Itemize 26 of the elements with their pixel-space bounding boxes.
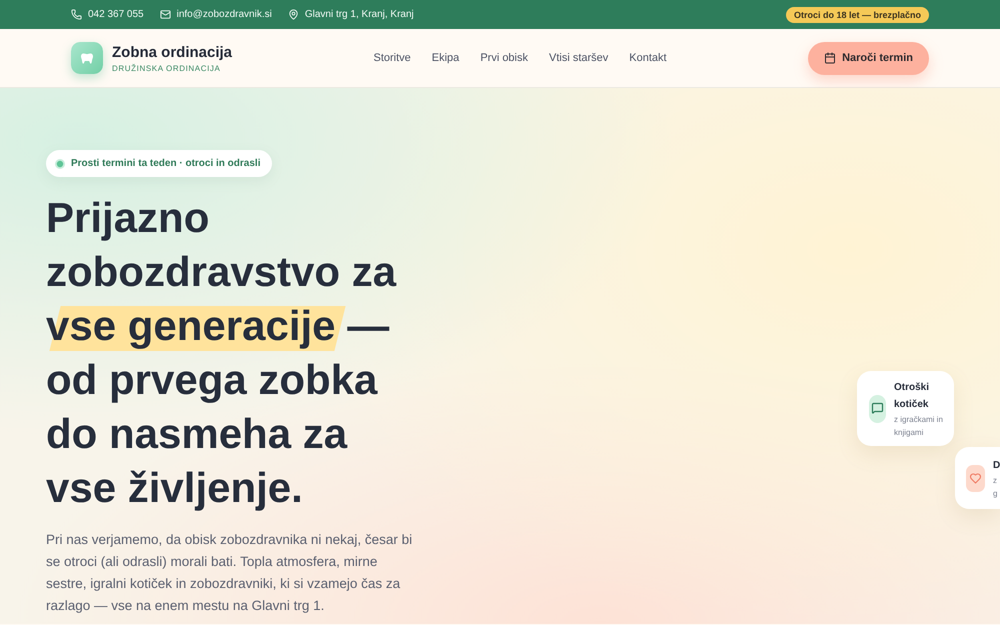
free-for-children-badge: Otroci do 18 let — brezplačno (786, 6, 929, 22)
map-pin-icon (288, 9, 299, 20)
status-dot-icon (55, 158, 65, 168)
nav-link[interactable]: Kontakt (629, 52, 667, 64)
phone-icon (71, 9, 82, 20)
nav-link[interactable]: Storitve (373, 52, 411, 64)
card-title: Otroški kotiček (894, 380, 930, 412)
contact-text[interactable]: info@zobozdravnik.si (176, 9, 272, 20)
nav-link[interactable]: Vtisi staršev (549, 52, 608, 64)
contact-text[interactable]: 042 367 055 (88, 9, 144, 20)
book-appointment-button[interactable]: Naroči termin (808, 42, 929, 74)
nav-link[interactable]: Prvi obisk (480, 52, 528, 64)
card-title: D (993, 458, 1000, 472)
calendar-icon (824, 52, 836, 64)
brand-tagline: DRUŽINSKA ORDINACIJA (112, 64, 222, 72)
hero-heading: Prijazno zobozdravstvo za vse generacije — od prvega zobka do nasmeha za vse življenje. (46, 193, 398, 513)
nav-link[interactable]: Ekipa (432, 52, 460, 64)
contact-text[interactable]: Glavni trg 1, Kranj, Kranj (304, 9, 414, 20)
envelope-icon (160, 9, 171, 20)
card-subtitle: z g (993, 474, 998, 500)
tooth-logo-icon (71, 42, 103, 74)
brand-name[interactable]: Zobna ordinacija (112, 44, 232, 60)
intro-paragraph: Pri nas verjamemo, da obisk zobozdravnika ni nekaj, česar bi se otroci (ali odrasli) morali bati. Topla atmosfera, mirne sestre, igralni kotiček in zobozdravniki, ki si vzamejo čas za razlago — vse na enem mestu na Glavni trg 1. (46, 531, 414, 615)
chat-bubble-icon (869, 394, 886, 422)
availability-text: Prosti termini ta teden · otroci in odrasli (71, 158, 260, 169)
card-subtitle: z igračkami in knjigami (894, 414, 944, 438)
